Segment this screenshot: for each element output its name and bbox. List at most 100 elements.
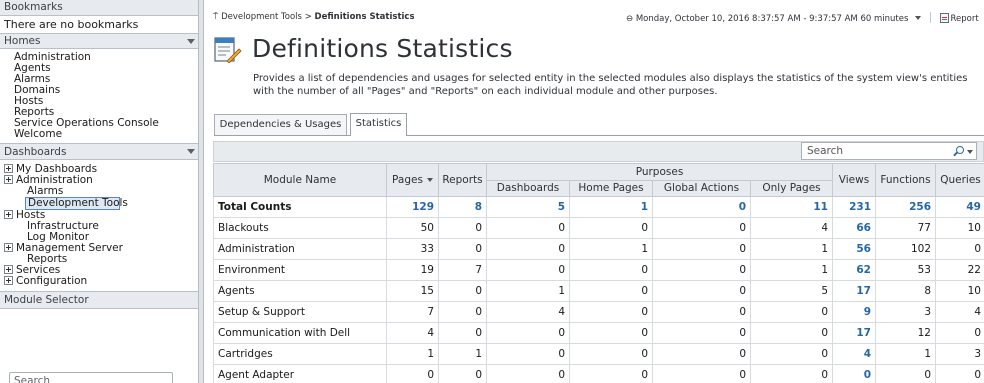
global-actions-cell: 0 [652,196,751,218]
reports-cell: 8 [438,196,487,218]
module-search-input[interactable]: Search [9,372,173,383]
breadcrumb-current: Definitions Statistics [314,12,415,22]
col-header-home-pages[interactable]: Home Pages [569,179,653,197]
tree-icon: ⍑ [213,12,219,22]
views-cell[interactable]: 56 [832,238,876,260]
col-header-module-name[interactable]: Module Name [213,163,387,197]
col-header-pages[interactable]: Pages [386,163,439,197]
dashboards-collapse-icon[interactable] [187,149,195,154]
table-row[interactable]: Blackouts 50 0 0 0 0 4 66 77 10 [213,217,984,239]
homes-item[interactable]: Welcome [0,129,203,140]
home-pages-cell: 0 [569,322,653,344]
module-name-cell: Agents [213,280,387,302]
table-row[interactable]: Setup & Support 7 0 4 0 0 0 9 3 4 [213,301,984,323]
statistics-table-body: Total Counts 129 8 5 1 0 11 231 256 49 Blackouts 50… [213,196,984,383]
expand-plus-icon[interactable] [4,164,13,173]
dashboard-tree-item-label: Development Tools [28,197,128,209]
search-icon[interactable] [956,146,964,154]
reports-cell: 1 [438,343,487,365]
bookmarks-header[interactable]: Bookmarks [0,0,203,16]
dashboard-tree-item[interactable]: Alarms [0,186,203,197]
home-pages-cell: 0 [569,343,653,365]
dashboards-cell: 0 [486,238,570,260]
views-cell[interactable]: 17 [832,280,876,302]
pages-cell: 1 [386,343,439,365]
table-row[interactable]: Communication with Dell 4 0 0 0 0 0 17 12 0 [213,322,984,344]
functions-cell: 102 [875,238,936,260]
search-options-chevron-icon[interactable] [967,150,973,154]
queries-cell: 49 [935,196,984,218]
views-cell[interactable]: 66 [832,217,876,239]
module-selector-header-label: Module Selector [4,294,89,306]
queries-cell: 22 [935,259,984,281]
only-pages-cell: 0 [750,343,833,365]
col-header-home-pages-label: Home Pages [578,182,644,195]
home-pages-cell: 0 [569,217,653,239]
col-header-only-pages[interactable]: Only Pages [750,179,833,197]
module-name-cell: Communication with Dell [213,322,387,344]
chevron-down-icon[interactable] [915,16,922,20]
views-cell[interactable]: 4 [832,343,876,365]
views-cell: 231 [832,196,876,218]
pages-cell: 129 [386,196,439,218]
home-pages-cell: 0 [569,280,653,302]
pages-cell: 7 [386,301,439,323]
breadcrumb-parent-link[interactable]: Development Tools [221,12,302,22]
reports-cell: 0 [438,217,487,239]
dashboard-tree-item[interactable]: Configuration [0,276,203,287]
expand-plus-icon[interactable] [4,210,13,219]
module-selector-header[interactable]: Module Selector [0,291,203,309]
statistics-search-input[interactable]: Search [801,142,977,160]
col-header-views[interactable]: Views [832,163,876,197]
reports-cell: 0 [438,238,487,260]
functions-cell: 8 [875,280,936,302]
report-button[interactable]: Report [939,13,979,24]
homes-header[interactable]: Homes [0,33,203,49]
table-row[interactable]: Cartridges 1 1 0 0 0 0 4 1 3 [213,343,984,365]
module-name-cell: Agent Adapter [213,364,387,383]
col-header-functions[interactable]: Functions [875,163,936,197]
queries-cell: 0 [935,238,984,260]
tab-dependencies-usages[interactable]: Dependencies & Usages [214,114,347,135]
functions-cell: 0 [875,364,936,383]
col-group-header-purposes: Purposes [486,163,833,181]
col-header-views-label: Views [838,174,870,186]
queries-cell: 0 [935,364,984,383]
functions-cell: 256 [875,196,936,218]
dashboards-cell: 0 [486,364,570,383]
expand-plus-icon[interactable] [4,175,13,184]
expand-plus-icon[interactable] [4,265,13,274]
col-group-header-purposes-label: Purposes [635,165,684,178]
homes-collapse-icon[interactable] [187,39,195,44]
views-cell[interactable]: 0 [832,364,876,383]
views-cell[interactable]: 62 [832,259,876,281]
col-header-dashboards[interactable]: Dashboards [486,179,570,197]
homes-list: Administration Agents Alarms Domains Hosts Re… [0,49,203,143]
time-range-selector[interactable]: Monday, October 10, 2016 8:37:57 AM - 9:… [636,14,909,24]
tab-dependencies-usages-label: Dependencies & Usages [219,119,342,130]
table-row[interactable]: Administration 33 0 0 1 0 1 56 102 0 [213,238,984,260]
only-pages-cell: 5 [750,280,833,302]
table-row[interactable]: Agent Adapter 0 0 0 0 0 0 0 0 0 [213,364,984,383]
functions-cell: 1 [875,343,936,365]
functions-cell: 12 [875,322,936,344]
dashboards-header[interactable]: Dashboards [0,143,203,160]
pages-cell: 33 [386,238,439,260]
col-header-global-actions[interactable]: Global Actions [652,179,751,197]
col-header-queries[interactable]: Queries [935,163,984,197]
bookmarks-header-label: Bookmarks [4,1,63,13]
expand-plus-icon[interactable] [4,276,13,285]
functions-cell: 77 [875,217,936,239]
global-actions-cell: 0 [652,343,751,365]
expand-plus-icon[interactable] [4,243,13,252]
total-row[interactable]: Total Counts 129 8 5 1 0 11 231 256 49 [213,196,984,218]
reports-cell: 0 [438,301,487,323]
table-row[interactable]: Environment 19 7 0 0 0 1 62 53 22 [213,259,984,281]
pages-cell: 19 [386,259,439,281]
views-cell[interactable]: 17 [832,322,876,344]
col-header-reports[interactable]: Reports [438,163,487,197]
tab-statistics[interactable]: Statistics [350,113,407,136]
views-cell[interactable]: 9 [832,301,876,323]
table-row[interactable]: Agents 15 0 1 0 0 5 17 8 10 [213,280,984,302]
dashboards-cell: 5 [486,196,570,218]
